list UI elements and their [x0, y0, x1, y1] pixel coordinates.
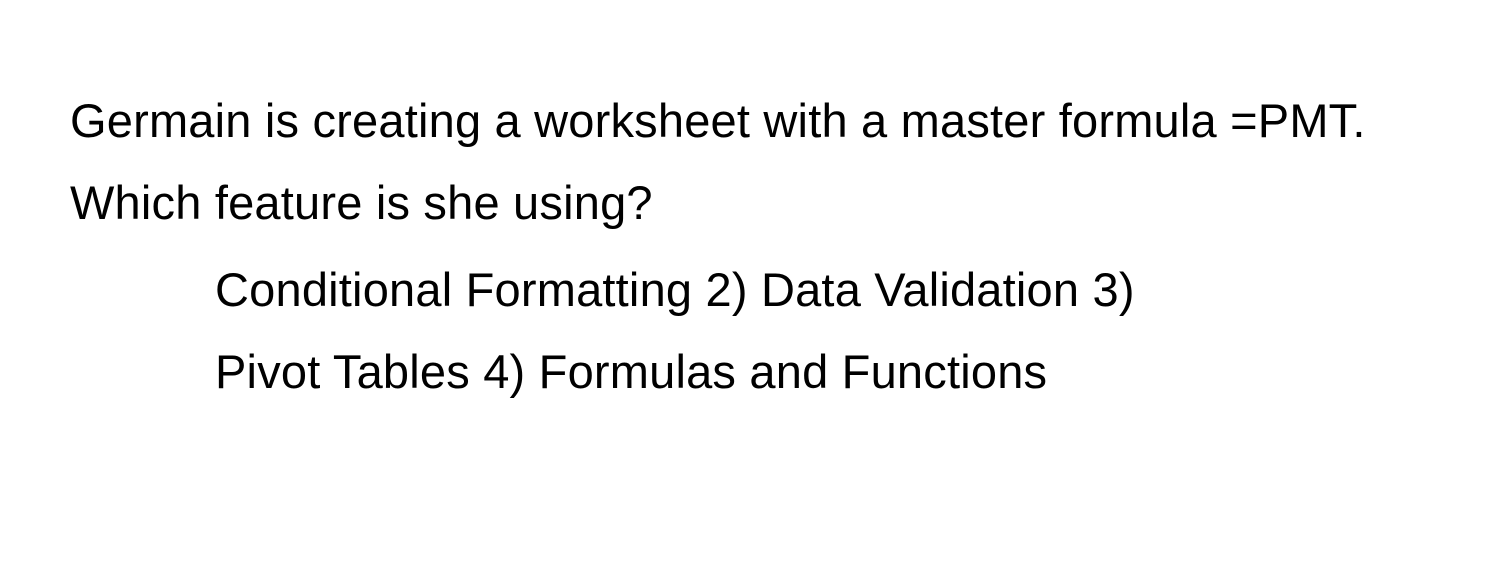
answer-options: Conditional Formatting 2) Data Validatio…	[70, 249, 1430, 414]
question-prompt: Germain is creating a worksheet with a m…	[70, 80, 1430, 245]
options-line-1: Conditional Formatting 2) Data Validatio…	[215, 249, 1430, 331]
options-line-2: Pivot Tables 4) Formulas and Functions	[215, 331, 1430, 413]
